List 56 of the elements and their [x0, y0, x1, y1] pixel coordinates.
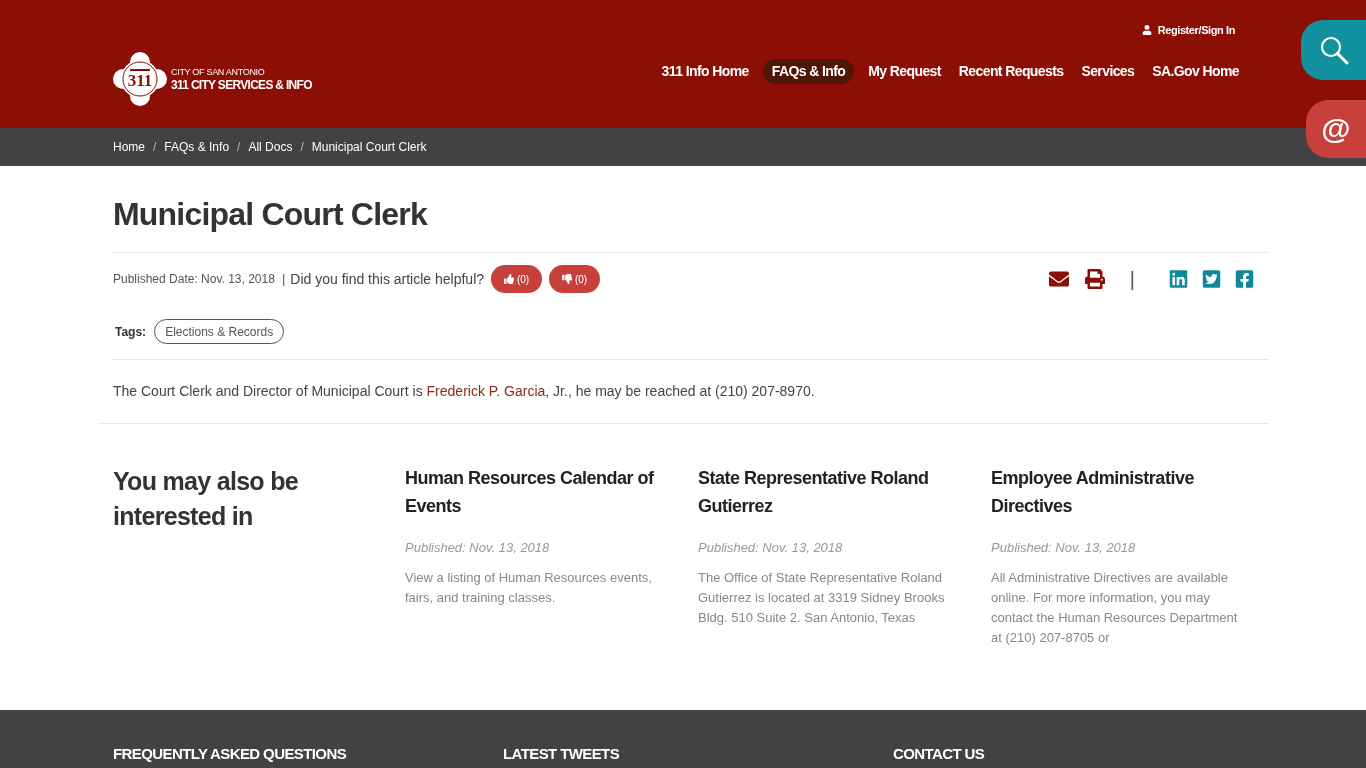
nav-link[interactable]: FAQs & Info: [762, 59, 855, 84]
share-divider: |: [1129, 269, 1135, 289]
breadcrumb-separator: /: [300, 139, 304, 156]
related-article-title[interactable]: State Representative Roland Gutierrez: [698, 464, 960, 520]
related-heading: You may also be interested in: [113, 466, 299, 532]
footer-heading: FREQUENTLY ASKED QUESTIONS: [113, 744, 348, 764]
linkedin-icon: [1169, 269, 1188, 289]
breadcrumb-link[interactable]: FAQs & Info: [164, 138, 230, 156]
user-icon: [1141, 25, 1152, 35]
related-article-title[interactable]: Employee Administrative Directives: [991, 464, 1253, 520]
nav-link[interactable]: 311 Info Home: [657, 59, 753, 84]
facebook-button[interactable]: [1235, 269, 1254, 289]
facebook-icon: [1235, 269, 1254, 289]
related-published-date: Published: Nov. 13, 2018: [991, 539, 1137, 557]
published-date: Published Date: Nov. 13, 2018: [113, 271, 275, 288]
twitter-icon: [1202, 269, 1221, 289]
register-sign-in-link[interactable]: Register/Sign In: [1141, 22, 1235, 38]
related-description: All Administrative Directives are available online. For more information, you may contact the Human Resources Department at (210) 207-8705 or: [991, 569, 1239, 647]
search-icon: [1318, 35, 1349, 65]
nav-link[interactable]: My Request: [864, 59, 945, 84]
twitter-button[interactable]: [1202, 269, 1221, 289]
breadcrumb-separator: /: [153, 139, 157, 156]
thumbs-down-button[interactable]: (0): [549, 265, 601, 293]
linkedin-button[interactable]: [1169, 269, 1188, 289]
tags-label: Tags:: [115, 323, 147, 341]
nav-link[interactable]: SA.Gov Home: [1148, 59, 1243, 84]
breadcrumb-link[interactable]: All Docs: [248, 138, 293, 156]
breadcrumb-current-page: Municipal Court Clerk: [311, 139, 427, 156]
printer-button[interactable]: [1083, 269, 1106, 289]
related-description: View a listing of Human Resources events, fairs, and training classes.: [405, 569, 653, 607]
logo-subtitle: CITY OF SAN ANTONIO: [171, 66, 266, 78]
thumbs-down-icon: [561, 274, 572, 284]
nav-link[interactable]: Recent Requests: [954, 59, 1068, 84]
logo-number: 311: [126, 72, 154, 90]
thumbs-up-button[interactable]: (0): [491, 265, 543, 293]
article-body: The Court Clerk and Director of Municipal Court is Frederick P. Garcia, Jr., he may be reached at (210) 207-8970.: [113, 382, 816, 401]
meta-divider: |: [281, 270, 286, 289]
breadcrumb-separator: /: [237, 139, 241, 156]
related-description: The Office of State Representative Roland Gutierrez is located at 3319 Sidney Brooks Bldg. 510 Suite 2. San Antonio, Texas: [698, 569, 946, 627]
helpful-question: Did you find this article helpful?: [290, 269, 485, 289]
envelope-icon: [1047, 269, 1070, 289]
related-published-date: Published: Nov. 13, 2018: [405, 539, 551, 557]
nav-link[interactable]: Services: [1077, 59, 1139, 84]
envelope-button[interactable]: [1047, 269, 1070, 289]
city-seal-icon: [113, 52, 167, 106]
footer-heading: CONTACT US: [893, 744, 986, 764]
thumbs-up-icon: [503, 274, 514, 284]
page-title: Municipal Court Clerk: [113, 195, 429, 234]
search-button[interactable]: [1301, 20, 1366, 80]
email-button[interactable]: @: [1306, 100, 1366, 158]
footer-heading: LATEST TWEETS: [503, 744, 621, 764]
related-published-date: Published: Nov. 13, 2018: [698, 539, 844, 557]
printer-icon: [1083, 269, 1106, 289]
related-article-title[interactable]: Human Resources Calendar of Events: [405, 464, 667, 520]
logo-title: 311 CITY SERVICES & INFO: [171, 78, 312, 92]
breadcrumb-link[interactable]: Home: [113, 138, 145, 156]
